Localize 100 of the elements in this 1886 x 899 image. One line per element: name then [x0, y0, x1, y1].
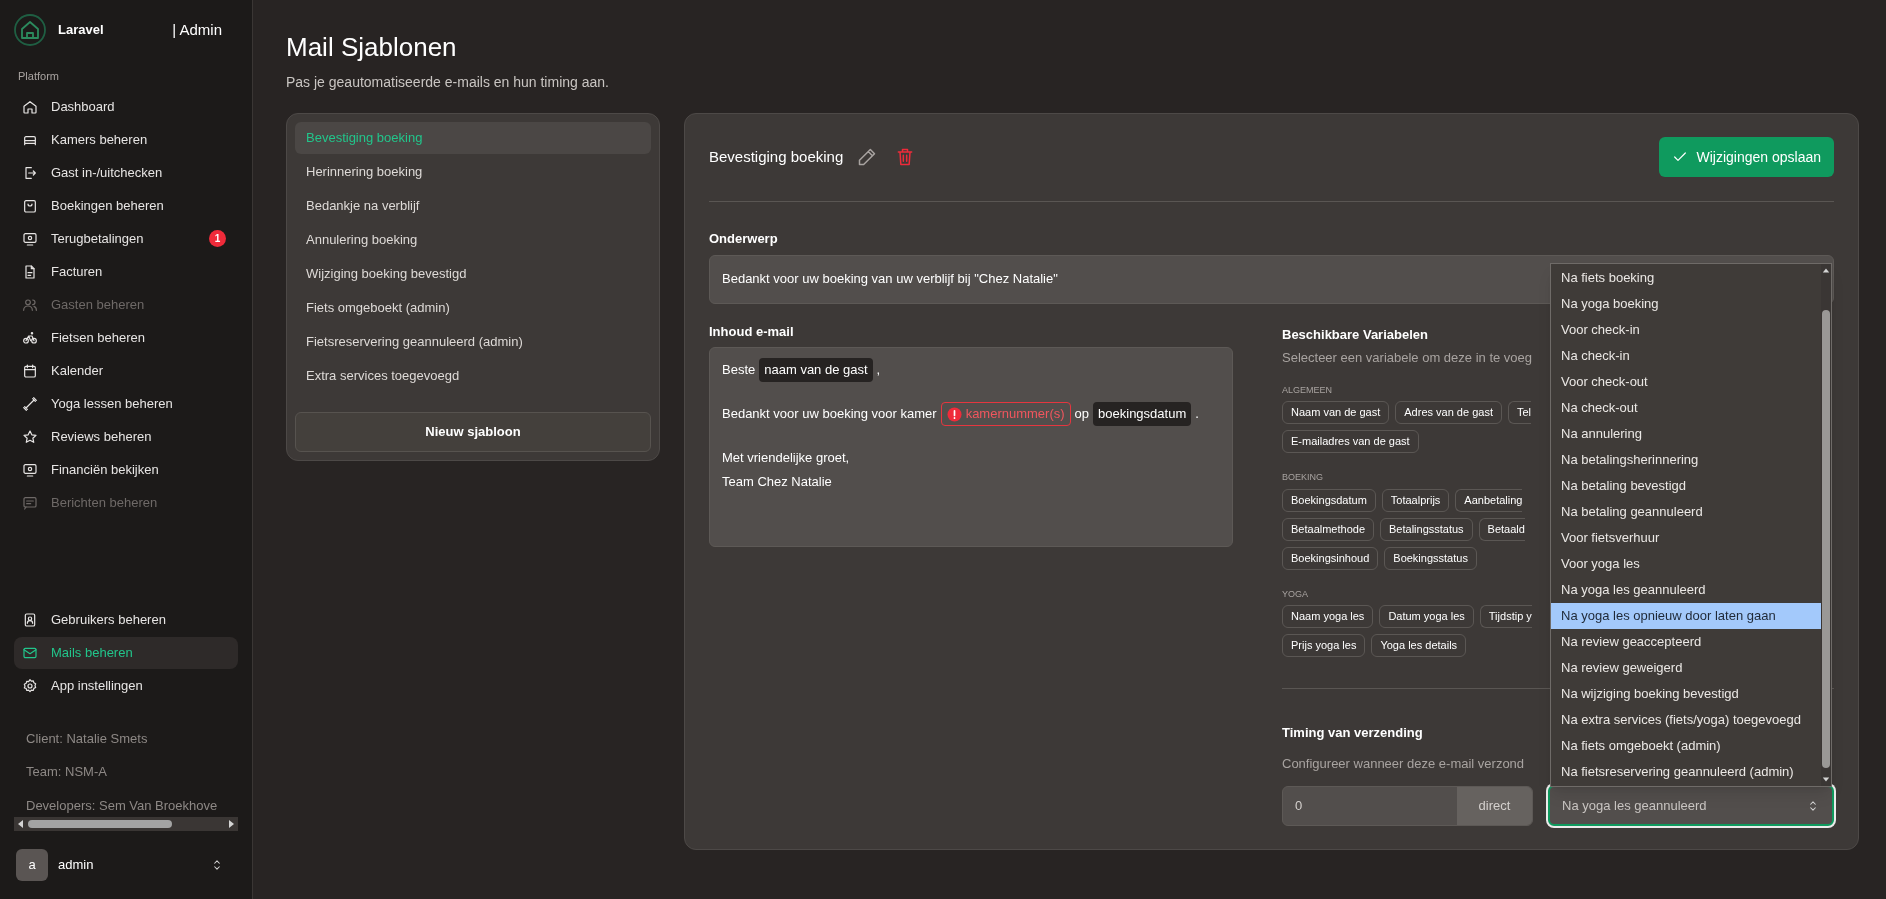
sidebar-item[interactable]: App instellingen [14, 669, 238, 702]
dropdown-option[interactable]: Na betaling geannuleerd [1551, 499, 1821, 525]
variable-chip[interactable]: Prijs yoga les [1282, 634, 1366, 657]
variable-chip[interactable]: E-mailadres van de gast [1282, 430, 1419, 453]
scrollbar-thumb[interactable] [28, 820, 172, 828]
variable-chip[interactable]: Tijdstip y [1479, 605, 1532, 628]
sidebar-item[interactable]: Reviews beheren [14, 420, 238, 453]
dropdown-option[interactable]: Na betalingsherinnering [1551, 447, 1821, 473]
variable-chip[interactable]: Adres van de gast [1395, 401, 1502, 424]
pencil-icon[interactable] [857, 147, 878, 167]
dropdown-option[interactable]: Na annulering [1551, 421, 1821, 447]
variable-chip[interactable]: Naam van de gast [1282, 401, 1390, 424]
template-item[interactable]: Fiets omgeboekt (admin) [295, 292, 651, 324]
new-template-button[interactable]: Nieuw sjabloon [295, 412, 651, 452]
section-label: Platform [17, 69, 60, 84]
template-item[interactable]: Extra services toegevoegd [295, 360, 651, 392]
delay-field[interactable]: 0 direct [1282, 785, 1533, 826]
dropdown-option[interactable]: Na fietsreservering geannuleerd (admin) [1551, 759, 1821, 785]
variable-chip[interactable]: Datum yoga les [1379, 605, 1474, 628]
dropdown-option[interactable]: Na fiets omgeboekt (admin) [1551, 733, 1821, 759]
template-item[interactable]: Bedankje na verblijf [295, 190, 651, 222]
section-title: Beschikbare Variabelen [1282, 325, 1428, 344]
brand-suffix: | Admin [172, 19, 222, 40]
sidebar-item[interactable]: Gast in-/uitchecken [14, 156, 238, 189]
calendar-icon [22, 362, 38, 379]
sidebar-item[interactable]: Kalender [14, 354, 238, 387]
dropdown-option[interactable]: Na yoga les opnieuw door laten gaan [1551, 603, 1821, 629]
template-title: Bevestiging boeking [709, 146, 844, 167]
variable-chip[interactable]: Boekingsstatus [1384, 546, 1477, 570]
unit-label: direct [1457, 786, 1532, 825]
sidebar-item[interactable]: Yoga lessen beheren [14, 387, 238, 420]
dropdown-option[interactable]: Na check-in [1551, 343, 1821, 369]
brand-name: Laravel [58, 21, 104, 40]
vertical-scrollbar[interactable] [1821, 264, 1831, 786]
document-icon [22, 263, 38, 280]
bicycle-icon [22, 329, 38, 346]
sidebar-item[interactable]: Fietsen beheren [14, 321, 238, 354]
template-item[interactable]: Fietsreservering geannuleerd (admin) [295, 326, 651, 358]
dropdown-option[interactable]: Na extra services (fiets/yoga) toegevoegd [1551, 707, 1821, 733]
message-icon [22, 494, 38, 511]
dropdown-option[interactable]: Voor check-in [1551, 317, 1821, 343]
variable-chip[interactable]: Totaalprijs [1381, 488, 1450, 512]
variable-chip[interactable]: Boekingsinhoud [1282, 546, 1379, 570]
section-title: Timing van verzending [1282, 724, 1423, 742]
template-item[interactable]: Wijziging boeking bevestigd [295, 258, 651, 290]
variable-tag[interactable]: boekingsdatum [1093, 402, 1192, 426]
dropdown-option[interactable]: Na check-out [1551, 395, 1821, 421]
info-text: Developers: Sem Van Broekhove [26, 796, 218, 815]
section-description: Configureer wanneer deze e-mail verzond [1282, 754, 1525, 773]
sidebar-item[interactable]: Facturen [14, 255, 238, 288]
sidebar-item[interactable]: Dashboard [14, 90, 238, 123]
scroll-right-icon [228, 819, 236, 829]
email-body-field[interactable]: Beste naam van de gast , Bedankt voor uw boeking voor kamer kamernummer(s) op boekingsdatum . Met vriendelijke groet, Team Chez Natalie [709, 347, 1233, 547]
section-description: Selecteer een variabele om deze in te voeg [1282, 349, 1533, 367]
dumbbell-icon [22, 395, 38, 412]
field-label: Inhoud e-mail [709, 322, 794, 341]
shopping-bag-icon [22, 197, 38, 214]
trigger-select[interactable]: Na yoga les geannuleerd [1548, 785, 1834, 826]
user-name: admin [58, 856, 94, 875]
dropdown-option[interactable]: Na review geaccepteerd [1551, 629, 1821, 655]
dropdown-option[interactable]: Voor check-out [1551, 369, 1821, 395]
dropdown-option[interactable]: Na fiets boeking [1551, 265, 1821, 291]
horizontal-scrollbar[interactable] [14, 817, 238, 831]
sidebar-item[interactable]: Boekingen beheren [14, 189, 238, 222]
monitor-icon [22, 230, 38, 247]
warning-icon [946, 406, 962, 422]
variable-chip[interactable]: Betaalmethode [1282, 517, 1374, 541]
variable-chip[interactable]: Yoga les details [1371, 634, 1467, 657]
variable-tag[interactable]: naam van de gast [759, 358, 873, 382]
sidebar-item[interactable]: Kamers beheren [14, 123, 238, 156]
monitor-icon [22, 461, 38, 478]
sidebar-item[interactable]: Financiën bekijken [14, 453, 238, 486]
template-item[interactable]: Herinnering boeking [295, 156, 651, 188]
dropdown-option[interactable]: Na betaling bevestigd [1551, 473, 1821, 499]
id-badge-icon [22, 611, 38, 628]
variable-chip[interactable]: Tel [1507, 401, 1531, 424]
user-menu[interactable]: a admin [14, 849, 238, 881]
variable-chip[interactable]: Naam yoga les [1282, 605, 1374, 628]
body-text: , [876, 361, 881, 380]
variable-chip[interactable]: Betalingsstatus [1380, 517, 1473, 541]
variable-chip[interactable]: Aanbetaling [1455, 488, 1523, 512]
house-logo-icon [14, 14, 46, 46]
dropdown-option[interactable]: Na yoga les geannuleerd [1551, 577, 1821, 603]
variable-chip[interactable]: Betaald [1478, 517, 1525, 541]
home-icon [22, 98, 38, 115]
dropdown-option[interactable]: Voor yoga les [1551, 551, 1821, 577]
dropdown-option[interactable]: Na wijziging boeking bevestigd [1551, 681, 1821, 707]
sidebar-item[interactable]: Terugbetalingen 1 [14, 222, 238, 255]
scrollbar-thumb[interactable] [1822, 310, 1830, 768]
body-text: Beste [722, 361, 756, 380]
template-item[interactable]: Bevestiging boeking [295, 122, 651, 154]
sidebar-item[interactable]: Gebruikers beheren [14, 603, 238, 636]
body-text: Met vriendelijke groet, [722, 449, 850, 468]
variable-chip[interactable]: Boekingsdatum [1282, 488, 1376, 512]
template-item[interactable]: Annulering boeking [295, 224, 651, 256]
save-button[interactable]: Wijzigingen opslaan [1659, 137, 1834, 177]
dropdown-option[interactable]: Voor fietsverhuur [1551, 525, 1821, 551]
exit-icon [22, 164, 38, 181]
dropdown-option[interactable]: Na review geweigerd [1551, 655, 1821, 681]
sidebar-item[interactable]: Mails beheren [14, 636, 238, 669]
